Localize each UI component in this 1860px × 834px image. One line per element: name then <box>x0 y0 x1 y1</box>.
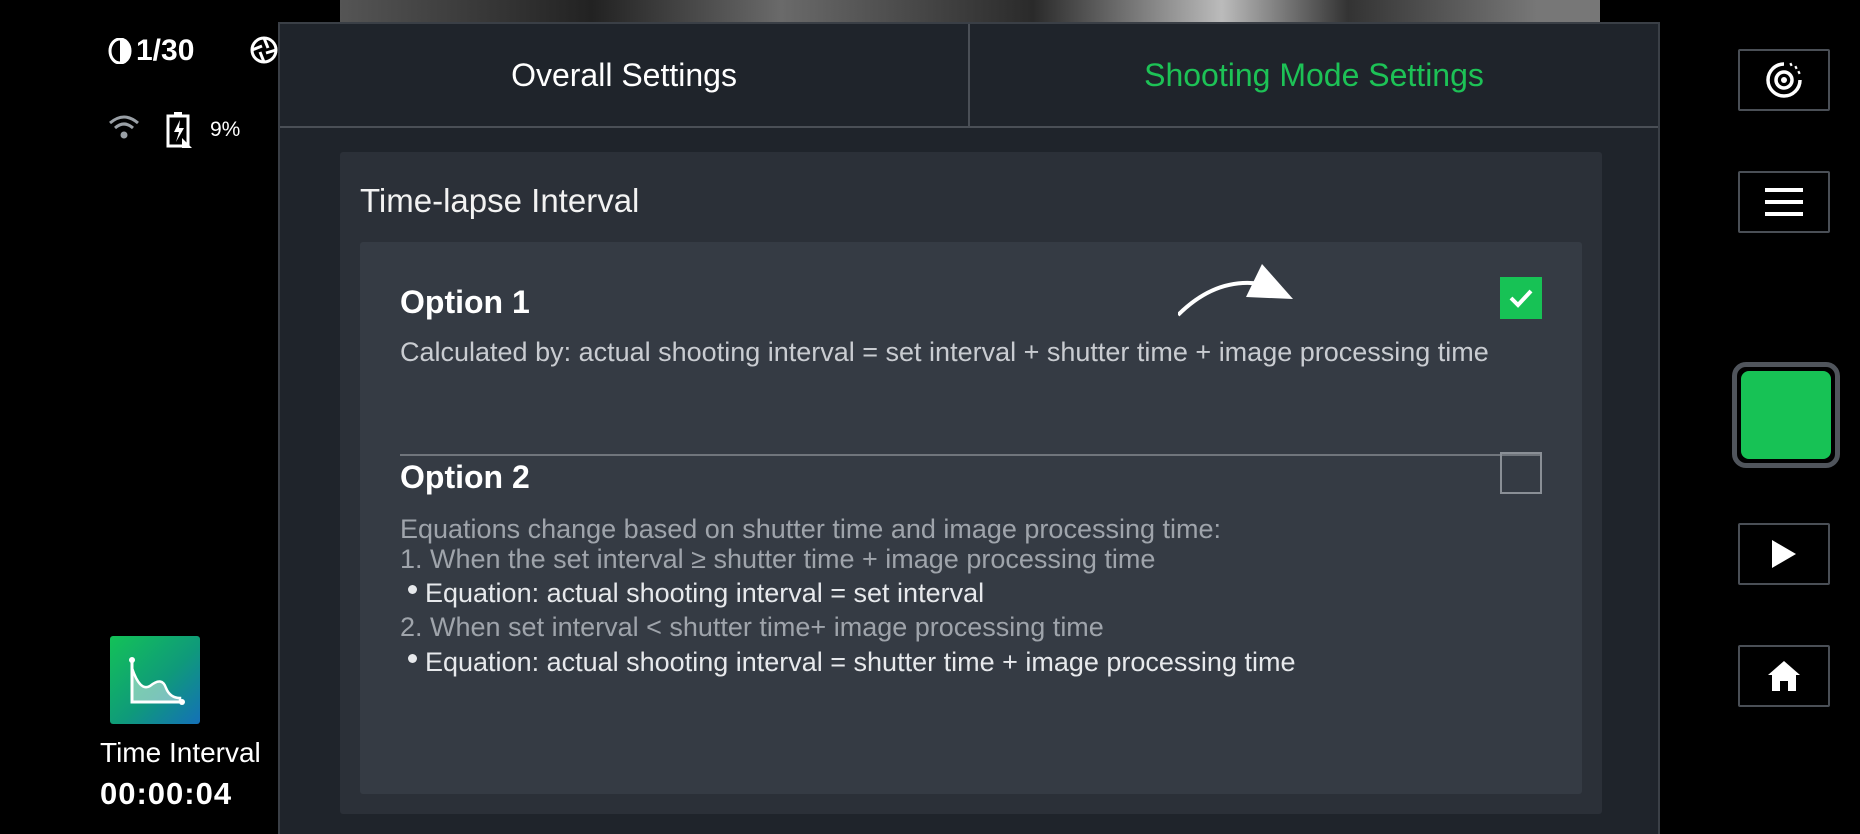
tab-overall-settings[interactable]: Overall Settings <box>280 24 968 126</box>
battery-charging-icon <box>166 112 192 148</box>
camera-preview <box>340 0 1600 24</box>
hamburger-menu-icon <box>1765 188 1803 216</box>
option-2-checkbox[interactable] <box>1500 452 1542 494</box>
option-2-case-1: 1. When the set interval ≥ shutter time … <box>400 544 1156 574</box>
option-1-description: Calculated by: actual shooting interval … <box>400 337 1489 367</box>
time-lapse-interval-section: Time-lapse Interval Option 1 Calculated … <box>340 152 1602 814</box>
shutter-icon <box>108 38 132 64</box>
option-2-title: Option 2 <box>400 459 530 495</box>
tab-shooting-mode-settings[interactable]: Shooting Mode Settings <box>968 24 1658 126</box>
aperture-icon <box>250 36 278 64</box>
timer-icon <box>1766 62 1802 98</box>
timer-settings-button[interactable] <box>1738 49 1830 111</box>
option-2-case-2: 2. When set interval < shutter time+ ima… <box>400 612 1104 642</box>
bullet-dot <box>408 585 417 594</box>
mode-timer: 00:00:04 <box>100 776 233 811</box>
home-button[interactable] <box>1738 645 1830 707</box>
shutter-speed-value: 1/30 <box>136 34 195 67</box>
equation-text: Equation: actual shooting interval = shu… <box>425 647 1296 677</box>
battery-percent: 9% <box>210 118 241 141</box>
option-1-title: Option 1 <box>400 284 530 320</box>
checkmark-icon <box>1509 289 1533 308</box>
settings-tabs: Overall Settings Shooting Mode Settings <box>280 24 1658 128</box>
play-icon <box>1772 540 1796 568</box>
menu-button[interactable] <box>1738 171 1830 233</box>
record-button-fill <box>1741 371 1831 459</box>
option-1-checkbox[interactable] <box>1500 277 1542 319</box>
home-icon <box>1768 661 1800 691</box>
arrow-annotation-icon <box>1178 264 1293 317</box>
option-2-case-1-equation: Equation: actual shooting interval = set… <box>408 578 984 609</box>
mode-label: Time Interval <box>100 737 261 768</box>
equation-text: Equation: actual shooting interval = set… <box>425 578 985 608</box>
time-interval-mode-icon[interactable] <box>110 636 200 724</box>
options-card: Option 1 Calculated by: actual shooting … <box>360 242 1582 794</box>
section-title: Time-lapse Interval <box>360 182 640 219</box>
record-button[interactable] <box>1732 362 1840 468</box>
option-divider <box>400 454 1542 456</box>
shutter-speed-indicator: 1/30 <box>108 34 194 68</box>
settings-panel: Overall Settings Shooting Mode Settings … <box>278 22 1660 834</box>
option-2-case-2-equation: Equation: actual shooting interval = shu… <box>408 647 1295 678</box>
bullet-dot <box>408 654 417 663</box>
wifi-icon <box>109 115 139 139</box>
playback-button[interactable] <box>1738 523 1830 585</box>
option-2-intro: Equations change based on shutter time a… <box>400 514 1221 544</box>
graph-icon <box>129 657 185 705</box>
